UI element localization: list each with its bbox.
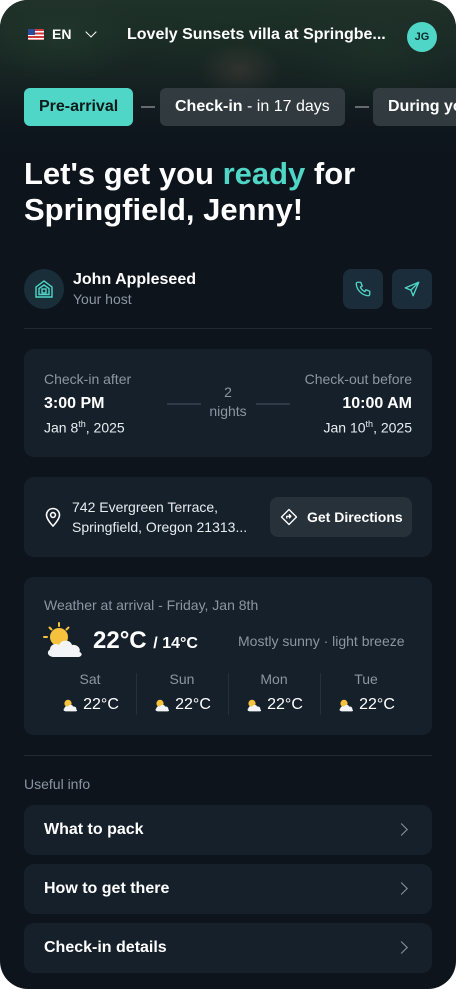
- address: 742 Evergreen Terrace, Springfield, Orego…: [72, 497, 262, 537]
- app-screen: EN Lovely Sunsets villa at Springbe... J…: [0, 0, 456, 989]
- chevron-down-icon: [85, 26, 98, 38]
- forecast-day-name: Tue: [354, 671, 378, 687]
- house-icon: [35, 280, 53, 298]
- host-name: John Appleseed: [73, 271, 196, 288]
- checkout-date: Jan 10th, 2025: [324, 419, 413, 436]
- forecast-temp-value: 22°C: [359, 696, 395, 713]
- checkin-date-suffix: th: [78, 419, 86, 429]
- tab-check-in-countdown: - in 17 days: [242, 98, 330, 115]
- partly-sunny-icon: [339, 699, 354, 712]
- checkout-date-day: Jan 10: [323, 419, 366, 436]
- forecast-day: Tue 22°C: [320, 671, 412, 714]
- forecast-day-name: Sat: [79, 671, 101, 687]
- forecast-day-temp: 22°C: [44, 696, 136, 714]
- nights-number: 2: [224, 384, 232, 400]
- stay-dates-card: Check-in after 3:00 PM Jan 8th, 2025 2 ni…: [24, 349, 432, 457]
- title-part-1: Let's get you: [24, 156, 223, 191]
- tab-check-in[interactable]: Check-in - in 17 days: [160, 88, 345, 126]
- tab-check-in-label: Check-in: [175, 98, 243, 115]
- stepper-connector: [355, 106, 369, 108]
- forecast-day-temp: 22°C: [320, 696, 412, 714]
- forecast-temp-value: 22°C: [83, 696, 119, 713]
- property-name: Lovely Sunsets villa at Springbe...: [127, 26, 386, 43]
- forecast-day: Sat 22°C: [44, 671, 136, 714]
- get-directions-button[interactable]: Get Directions: [270, 497, 412, 537]
- useful-info-item-label: How to get there: [44, 880, 170, 897]
- host-role: Your host: [73, 291, 132, 307]
- call-host-button[interactable]: [343, 269, 383, 309]
- us-flag-icon: [28, 28, 44, 40]
- host-logo: [24, 269, 64, 309]
- title-accent: ready: [222, 156, 306, 191]
- checkout-date-year: , 2025: [373, 419, 412, 436]
- tab-pre-arrival-label: Pre-arrival: [39, 98, 119, 115]
- checkin-date: Jan 8th, 2025: [44, 419, 125, 436]
- get-directions-label: Get Directions: [307, 509, 403, 525]
- forecast-temp-value: 22°C: [175, 696, 211, 713]
- user-avatar[interactable]: JG: [407, 22, 437, 52]
- partly-sunny-icon: [155, 699, 170, 712]
- chevron-right-icon: [395, 823, 408, 836]
- forecast-day: Mon 22°C: [228, 671, 320, 714]
- checkout-time: 10:00 AM: [342, 395, 412, 412]
- tab-pre-arrival[interactable]: Pre-arrival: [24, 88, 134, 126]
- nights-count: 2 nights: [202, 383, 254, 421]
- chevron-right-icon: [395, 941, 408, 954]
- forecast-day: Sun 22°C: [136, 671, 228, 714]
- page-title: Let's get you ready for Springfield, Jen…: [24, 156, 434, 228]
- checkin-date-day: Jan 8: [44, 419, 79, 436]
- stepper-connector: [141, 106, 155, 108]
- weather-card: Weather at arrival - Friday, Jan 8th 22°…: [24, 577, 432, 735]
- message-host-button[interactable]: [392, 269, 432, 309]
- forecast-day-temp: 22°C: [228, 696, 320, 714]
- nights-line-left: [167, 403, 201, 405]
- divider: [24, 755, 432, 756]
- send-icon: [404, 281, 420, 297]
- directions-icon: [280, 508, 298, 526]
- useful-info-item-check-in-details[interactable]: Check-in details: [24, 923, 432, 973]
- top-bar: EN Lovely Sunsets villa at Springbe... J…: [0, 18, 456, 58]
- useful-info-heading: Useful info: [24, 776, 91, 792]
- divider: [24, 328, 432, 329]
- chevron-right-icon: [395, 882, 408, 895]
- weather-title: Weather at arrival - Friday, Jan 8th: [44, 597, 259, 613]
- partly-sunny-icon: [247, 699, 262, 712]
- phone-icon: [355, 281, 371, 297]
- weather-high: 22°C: [93, 627, 147, 654]
- address-line-1: 742 Evergreen Terrace,: [72, 499, 219, 515]
- location-card: 742 Evergreen Terrace, Springfield, Orego…: [24, 477, 432, 557]
- checkin-date-year: , 2025: [85, 419, 125, 436]
- checkout-label: Check-out before: [304, 371, 412, 387]
- partly-sunny-icon: [63, 699, 78, 712]
- weather-description: Mostly sunny · light breeze: [238, 633, 405, 649]
- weather-temperature: 22°C / 14°C: [93, 627, 198, 655]
- forecast-temp-value: 22°C: [267, 696, 303, 713]
- weather-low: / 14°C: [153, 635, 198, 652]
- nights-line-right: [256, 403, 290, 405]
- nights-label: nights: [209, 403, 247, 419]
- tab-during-stay-label: During yo: [388, 98, 456, 115]
- language-code: EN: [52, 26, 72, 42]
- useful-info-item-what-to-pack[interactable]: What to pack: [24, 805, 432, 855]
- forecast-day-temp: 22°C: [136, 696, 228, 714]
- checkin-time: 3:00 PM: [44, 395, 105, 412]
- checkout-date-suffix: th: [365, 419, 374, 429]
- address-line-2: Springfield, Oregon 21313...: [72, 519, 248, 535]
- partly-sunny-icon: [43, 622, 82, 657]
- useful-info-item-label: Check-in details: [44, 939, 167, 956]
- forecast-day-name: Mon: [260, 671, 288, 687]
- checkin-label: Check-in after: [44, 371, 132, 387]
- useful-info-item-how-to-get-there[interactable]: How to get there: [24, 864, 432, 914]
- tab-during-stay[interactable]: During yo: [373, 88, 456, 126]
- forecast-day-name: Sun: [169, 671, 195, 687]
- map-pin-icon: [45, 507, 61, 527]
- useful-info-item-label: What to pack: [44, 821, 144, 838]
- language-selector[interactable]: EN: [28, 26, 98, 42]
